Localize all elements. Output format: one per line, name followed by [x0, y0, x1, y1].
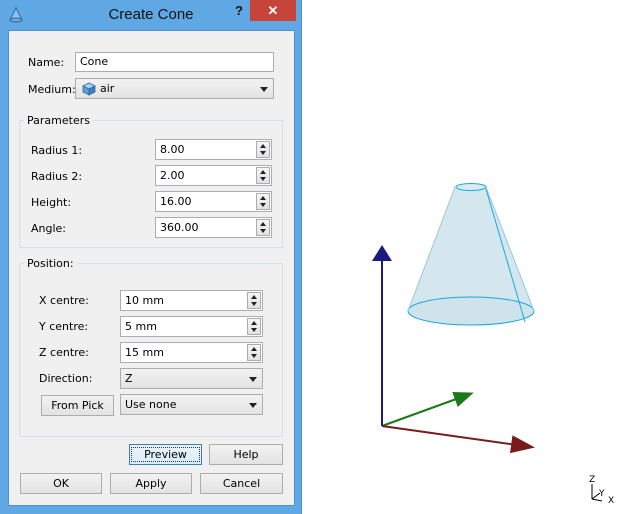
radius1-stepper[interactable] [256, 141, 270, 158]
parameters-title: Parameters [24, 114, 93, 127]
cone-base-ellipse [407, 296, 535, 326]
viewport-canvas[interactable]: Z Y X [303, 0, 618, 514]
z-centre-spinbox[interactable]: 15 mm [120, 342, 263, 363]
radius2-stepper[interactable] [256, 167, 270, 184]
down-arrow-icon [260, 203, 266, 207]
cube-icon [82, 82, 96, 96]
angle-spinbox[interactable]: 360.00 [155, 217, 272, 238]
height-spinbox[interactable]: 16.00 [155, 191, 272, 212]
down-arrow-icon [260, 151, 266, 155]
mini-z-label: Z [589, 475, 595, 485]
3d-viewport[interactable]: Z Y X [303, 0, 618, 514]
create-cone-dialog: Create Cone ? ✕ Name: Cone Medium: air P… [0, 0, 302, 514]
down-arrow-icon [260, 177, 266, 181]
up-arrow-icon [251, 321, 257, 325]
x-axis [381, 425, 535, 454]
z-centre-value: 15 mm [125, 346, 164, 359]
down-arrow-icon [251, 302, 257, 306]
z-centre-label: Z centre: [39, 346, 89, 359]
y-centre-value: 5 mm [125, 320, 157, 333]
medium-label: Medium: [28, 83, 76, 96]
x-centre-stepper[interactable] [247, 292, 261, 309]
mini-x-axis [591, 498, 603, 502]
angle-label: Angle: [31, 222, 67, 235]
angle-stepper[interactable] [256, 219, 270, 236]
y-centre-label: Y centre: [39, 320, 89, 333]
radius2-spinbox[interactable]: 2.00 [155, 165, 272, 186]
pick-value: Use none [125, 398, 177, 411]
direction-value: Z [125, 372, 133, 385]
y-centre-spinbox[interactable]: 5 mm [120, 316, 263, 337]
medium-value: air [100, 82, 115, 95]
cancel-button[interactable]: Cancel [200, 473, 283, 494]
up-arrow-icon [260, 170, 266, 174]
x-centre-value: 10 mm [125, 294, 164, 307]
dialog-client-area: Name: Cone Medium: air Parameters Radius… [8, 30, 295, 506]
close-button[interactable]: ✕ [250, 0, 296, 21]
direction-select[interactable]: Z [120, 368, 263, 389]
name-label: Name: [28, 56, 65, 69]
preview-button[interactable]: Preview [129, 444, 202, 465]
direction-label: Direction: [39, 372, 93, 385]
height-value: 16.00 [160, 195, 192, 208]
chevron-down-icon [249, 377, 257, 382]
chevron-down-icon [249, 403, 257, 408]
y-axis [381, 391, 474, 427]
up-arrow-icon [260, 196, 266, 200]
ok-button[interactable]: OK [20, 473, 102, 494]
mini-y-label: Y [598, 489, 605, 499]
down-arrow-icon [251, 354, 257, 358]
cone-top-ellipse [455, 183, 487, 191]
medium-select[interactable]: air [75, 78, 274, 99]
chevron-down-icon [260, 87, 268, 92]
radius2-label: Radius 2: [31, 170, 83, 183]
up-arrow-icon [260, 144, 266, 148]
name-input[interactable]: Cone [75, 52, 274, 72]
help-button[interactable]: Help [209, 444, 283, 465]
down-arrow-icon [260, 229, 266, 233]
radius2-value: 2.00 [160, 169, 185, 182]
radius1-spinbox[interactable]: 8.00 [155, 139, 272, 160]
cone-shape[interactable] [407, 183, 535, 326]
z-centre-stepper[interactable] [247, 344, 261, 361]
up-arrow-icon [251, 295, 257, 299]
y-centre-stepper[interactable] [247, 318, 261, 335]
up-arrow-icon [251, 347, 257, 351]
angle-value: 360.00 [160, 221, 199, 234]
height-stepper[interactable] [256, 193, 270, 210]
pick-select[interactable]: Use none [120, 394, 263, 415]
mini-x-label: X [608, 496, 614, 506]
x-centre-label: X centre: [39, 294, 89, 307]
apply-button[interactable]: Apply [110, 473, 192, 494]
radius1-value: 8.00 [160, 143, 185, 156]
help-question-button[interactable]: ? [232, 3, 246, 19]
x-centre-spinbox[interactable]: 10 mm [120, 290, 263, 311]
up-arrow-icon [260, 222, 266, 226]
preview-label: Preview [131, 447, 200, 462]
from-pick-button[interactable]: From Pick [41, 395, 114, 416]
down-arrow-icon [251, 328, 257, 332]
height-label: Height: [31, 196, 72, 209]
radius1-label: Radius 1: [31, 144, 83, 157]
position-title: Position: [24, 257, 77, 270]
orientation-triad: Z Y X [589, 475, 614, 506]
title-bar[interactable]: Create Cone ? ✕ [0, 0, 302, 30]
